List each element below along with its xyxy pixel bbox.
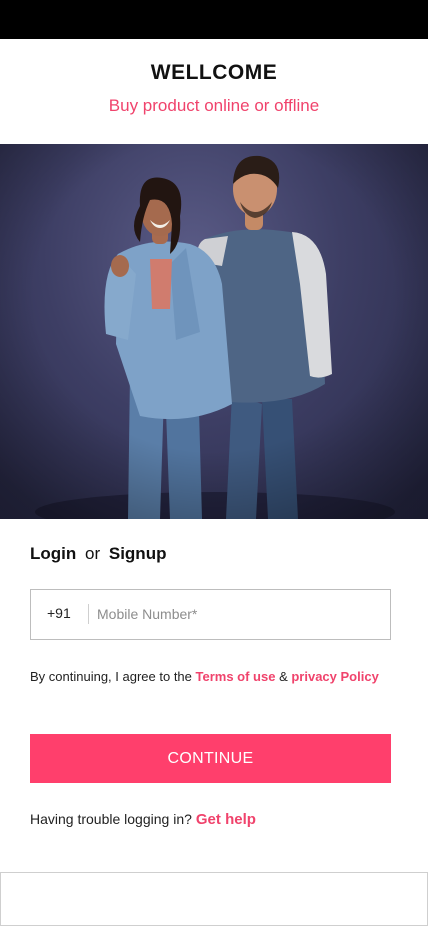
terms-text: By continuing, I agree to the Terms of u… [30, 668, 390, 686]
field-divider [88, 604, 89, 624]
continue-button[interactable]: CONTINUE [30, 734, 391, 783]
signup-label: Signup [108, 544, 167, 563]
terms-prefix: By continuing, I agree to the [30, 669, 196, 684]
login-heading: Login or Signup [30, 544, 166, 564]
help-prefix: Having trouble logging in? [30, 811, 192, 827]
mobile-number-field[interactable]: +91 [30, 589, 391, 640]
terms-of-use-link[interactable]: Terms of use [196, 669, 276, 684]
help-text: Having trouble logging in? Get help [30, 811, 256, 828]
hero-illustration [0, 144, 428, 519]
header: WELLCOME Buy product online or offline [0, 39, 428, 144]
page-subtitle: Buy product online or offline [108, 96, 320, 115]
get-help-link[interactable]: Get help [196, 811, 256, 828]
page-title: WELLCOME [150, 61, 278, 84]
country-code[interactable]: +91 [47, 605, 71, 621]
status-bar [0, 0, 428, 39]
bottom-panel [0, 872, 428, 926]
or-label: or [85, 544, 101, 563]
login-label: Login [30, 544, 77, 563]
mobile-number-input[interactable] [97, 598, 377, 630]
privacy-policy-link[interactable]: privacy Policy [291, 669, 378, 684]
terms-amp: & [275, 669, 292, 684]
hero-banner-image [0, 144, 428, 519]
